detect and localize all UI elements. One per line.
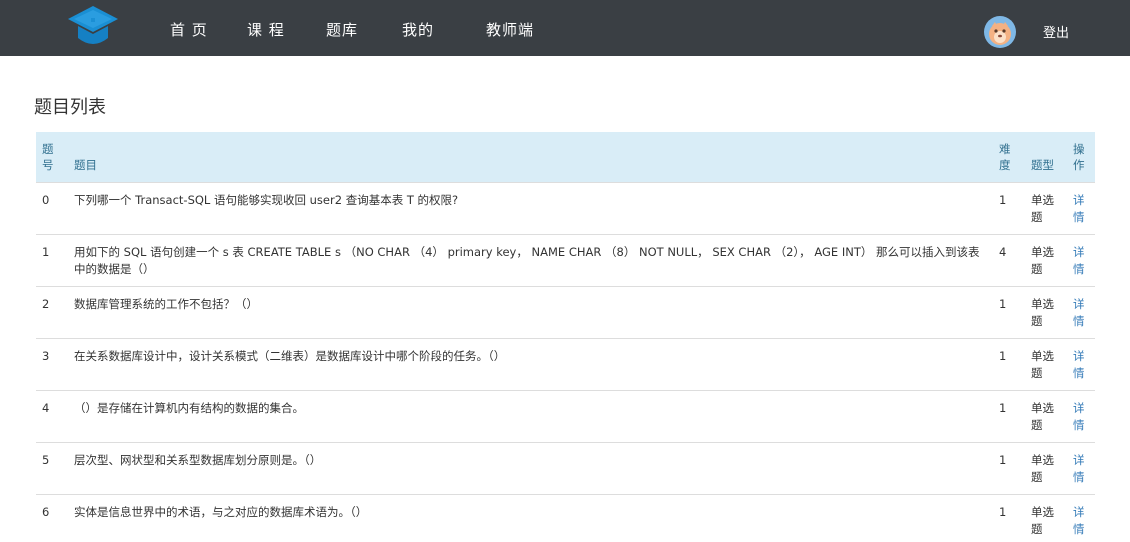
question-type: 单选题 (1025, 233, 1067, 286)
question-type: 单选题 (1025, 441, 1067, 494)
question-type: 单选题 (1025, 337, 1067, 390)
detail-link[interactable]: 详情 (1073, 504, 1087, 538)
table-row: 1 用如下的 SQL 语句创建一个 s 表 CREATE TABLE s （NO … (36, 233, 1095, 286)
question-id: 5 (36, 441, 68, 494)
question-text: 实体是信息世界中的术语，与之对应的数据库术语为。（） (68, 493, 993, 542)
nav-question-bank[interactable]: 题库 (326, 19, 358, 40)
header-question: 题目 (68, 132, 993, 182)
question-difficulty: 1 (993, 389, 1025, 442)
table-row: 2 数据库管理系统的工作不包括？（） 1 单选题 详情 (36, 285, 1095, 338)
detail-link[interactable]: 详情 (1073, 244, 1087, 278)
nav-mine[interactable]: 我的 (402, 19, 434, 40)
question-id: 6 (36, 493, 68, 542)
table-row: 3 在关系数据库设计中，设计关系模式（二维表）是数据库设计中哪个阶段的任务。（） 1… (36, 337, 1095, 390)
question-text: 用如下的 SQL 语句创建一个 s 表 CREATE TABLE s （NO C… (68, 233, 993, 286)
question-text: 数据库管理系统的工作不包括？（） (68, 285, 993, 338)
detail-link[interactable]: 详情 (1073, 296, 1087, 330)
question-difficulty: 1 (993, 441, 1025, 494)
table-row: 5 层次型、网状型和关系型数据库划分原则是。（） 1 单选题 详情 (36, 441, 1095, 494)
question-id: 0 (36, 181, 68, 234)
question-id: 1 (36, 233, 68, 286)
question-action-cell: 详情 (1067, 389, 1095, 442)
question-action-cell: 详情 (1067, 441, 1095, 494)
question-action-cell: 详情 (1067, 285, 1095, 338)
nav-home[interactable]: 首 页 (170, 19, 208, 40)
question-action-cell: 详情 (1067, 181, 1095, 234)
question-difficulty: 1 (993, 285, 1025, 338)
question-action-cell: 详情 (1067, 233, 1095, 286)
question-text: 下列哪一个 Transact-SQL 语句能够实现收回 user2 查询基本表 … (68, 181, 993, 234)
header-id: 题号 (36, 132, 68, 182)
question-difficulty: 1 (993, 337, 1025, 390)
graduation-cap-logo-icon[interactable] (66, 4, 120, 50)
question-difficulty: 1 (993, 181, 1025, 234)
detail-link[interactable]: 详情 (1073, 192, 1087, 226)
question-id: 2 (36, 285, 68, 338)
detail-link[interactable]: 详情 (1073, 452, 1087, 486)
question-action-cell: 详情 (1067, 493, 1095, 542)
question-text: 层次型、网状型和关系型数据库划分原则是。（） (68, 441, 993, 494)
table-header-row: 题号 题目 难度 题型 操作 (36, 132, 1095, 182)
question-type: 单选题 (1025, 493, 1067, 542)
question-type: 单选题 (1025, 181, 1067, 234)
question-type: 单选题 (1025, 285, 1067, 338)
table-row: 4 （）是存储在计算机内有结构的数据的集合。 1 单选题 详情 (36, 389, 1095, 442)
logout-link[interactable]: 登出 (1043, 22, 1069, 41)
nav-courses[interactable]: 课 程 (247, 19, 285, 40)
question-id: 4 (36, 389, 68, 442)
header-action: 操作 (1067, 132, 1095, 182)
avatar[interactable] (984, 16, 1016, 48)
question-id: 3 (36, 337, 68, 390)
question-action-cell: 详情 (1067, 337, 1095, 390)
table-row: 6 实体是信息世界中的术语，与之对应的数据库术语为。（） 1 单选题 详情 (36, 493, 1095, 542)
detail-link[interactable]: 详情 (1073, 348, 1087, 382)
question-type: 单选题 (1025, 389, 1067, 442)
question-text: （）是存储在计算机内有结构的数据的集合。 (68, 389, 993, 442)
question-difficulty: 4 (993, 233, 1025, 286)
header-type: 题型 (1025, 132, 1067, 182)
detail-link[interactable]: 详情 (1073, 400, 1087, 434)
page-title: 题目列表 (34, 97, 106, 118)
question-text: 在关系数据库设计中，设计关系模式（二维表）是数据库设计中哪个阶段的任务。（） (68, 337, 993, 390)
table-row: 0 下列哪一个 Transact-SQL 语句能够实现收回 user2 查询基本表… (36, 181, 1095, 234)
question-table: 题号 题目 难度 题型 操作 0 下列哪一个 Transact-SQL 语句能够实… (36, 132, 1095, 542)
nav-teacher[interactable]: 教师端 (486, 19, 534, 40)
header-difficulty: 难度 (993, 132, 1025, 182)
question-difficulty: 1 (993, 493, 1025, 542)
top-navbar: 首 页 课 程 题库 我的 教师端 登出 (0, 0, 1130, 56)
